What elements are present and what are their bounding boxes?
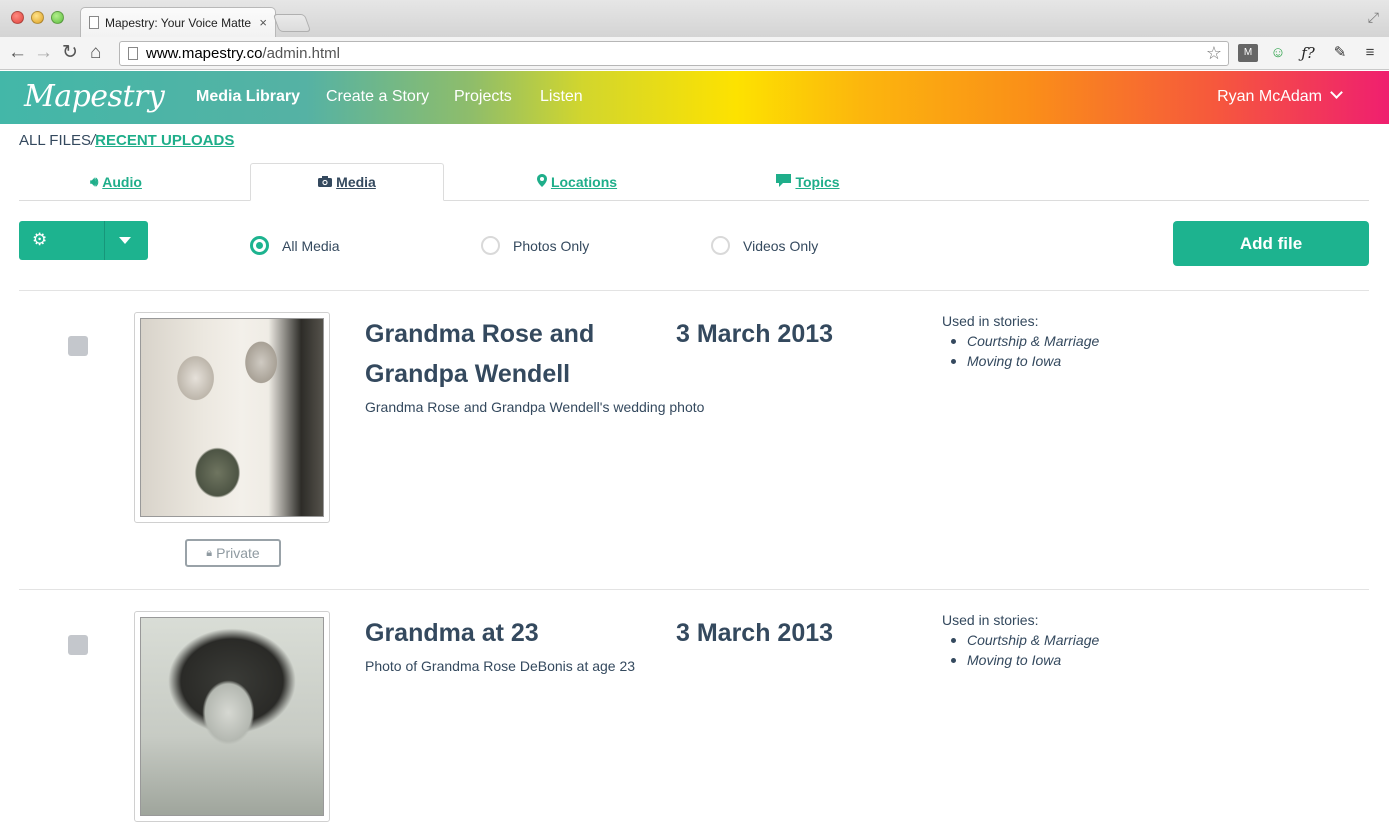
tab-audio[interactable]: 🔊︎ Audio (19, 163, 213, 201)
bookmark-star-icon[interactable]: ☆ (1206, 43, 1222, 64)
camera-icon (318, 175, 333, 190)
gear-icon: ⚙ (32, 230, 48, 249)
bulk-actions-button[interactable]: ⚙ (19, 221, 148, 260)
breadcrumb: ALL FILES/RECENT UPLOADS (19, 132, 234, 149)
browser-toolbar: ← → ↻ ⌂ www.mapestry.co/admin.html ☆ M ☺… (0, 37, 1389, 70)
map-pin-icon (536, 174, 547, 190)
back-icon[interactable]: ← (8, 41, 27, 65)
minimize-window-button[interactable] (31, 11, 44, 24)
tab-topics[interactable]: Topics (711, 163, 905, 201)
home-icon[interactable]: ⌂ (90, 41, 101, 65)
close-tab-icon[interactable]: × (259, 15, 267, 30)
lock-icon: 🔒︎ (206, 546, 213, 559)
media-date: 3 March 2013 (676, 619, 834, 647)
media-description: Grandma Rose and Grandpa Wendell's weddi… (365, 399, 705, 415)
browser-tab-title: Mapestry: Your Voice Matte (105, 15, 252, 30)
nav-create-story[interactable]: Create a Story (326, 88, 429, 106)
story-link[interactable]: Moving to Iowa (942, 351, 1099, 371)
nav-projects[interactable]: Projects (454, 88, 512, 106)
page-icon (128, 47, 138, 60)
privacy-button[interactable]: 🔒︎ Private (185, 539, 281, 567)
portrait-photo (140, 617, 324, 816)
media-title[interactable]: Grandma Rose and Grandpa Wendell (365, 314, 655, 394)
new-tab-button[interactable] (272, 14, 312, 32)
media-title[interactable]: Grandma at 23 (365, 613, 655, 653)
split-divider (104, 221, 105, 260)
media-description: Photo of Grandma Rose DeBonis at age 23 (365, 658, 636, 674)
url-text[interactable]: www.mapestry.co/admin.html (146, 45, 340, 62)
divider (19, 589, 1369, 590)
nav-listen[interactable]: Listen (540, 88, 583, 106)
used-in-label: Used in stories: (942, 612, 1039, 628)
address-bar[interactable]: www.mapestry.co/admin.html ☆ (119, 41, 1229, 66)
radio-unselected-icon (481, 236, 500, 255)
breadcrumb-recent-uploads[interactable]: RECENT UPLOADS (95, 132, 234, 149)
extension-function-icon[interactable]: ƒ? (1298, 42, 1318, 64)
extension-eyedropper-icon[interactable]: ✎ (1330, 42, 1350, 64)
speech-bubble-icon (776, 174, 792, 190)
add-file-button[interactable]: Add file (1173, 221, 1369, 266)
app-header: Mapestry Media Library Create a Story Pr… (0, 71, 1389, 124)
media-thumbnail[interactable] (134, 312, 330, 523)
story-link[interactable]: Moving to Iowa (942, 650, 1099, 670)
item-checkbox[interactable] (68, 336, 88, 356)
speaker-icon: 🔊︎ (90, 174, 99, 189)
menu-icon[interactable]: ≡ (1360, 42, 1380, 64)
tabs-divider (19, 200, 1369, 201)
used-in-label: Used in stories: (942, 313, 1039, 329)
forward-icon[interactable]: → (34, 41, 53, 65)
used-in-stories: Used in stories: Courtship & Marriage Mo… (942, 612, 1099, 670)
nav-media-library[interactable]: Media Library (196, 88, 300, 106)
story-link[interactable]: Courtship & Marriage (942, 331, 1099, 351)
item-checkbox[interactable] (68, 635, 88, 655)
zoom-window-button[interactable] (51, 11, 64, 24)
extension-m-icon[interactable]: M (1238, 44, 1258, 62)
close-window-button[interactable] (11, 11, 24, 24)
media-thumbnail[interactable] (134, 611, 330, 822)
wedding-photo (140, 318, 324, 517)
filter-all-media[interactable]: All Media (250, 236, 340, 255)
tab-locations[interactable]: Locations (480, 163, 674, 201)
mapestry-logo[interactable]: Mapestry (24, 79, 165, 114)
reload-icon[interactable]: ↻ (62, 41, 78, 65)
used-in-stories: Used in stories: Courtship & Marriage Mo… (942, 313, 1099, 371)
radio-unselected-icon (711, 236, 730, 255)
caret-down-icon[interactable] (119, 237, 131, 244)
filter-videos-only[interactable]: Videos Only (711, 236, 818, 255)
media-date: 3 March 2013 (676, 320, 834, 348)
extension-robot-icon[interactable]: ☺ (1268, 42, 1288, 64)
user-menu[interactable]: Ryan McAdam (1217, 88, 1322, 106)
filter-photos-only[interactable]: Photos Only (481, 236, 589, 255)
divider (19, 290, 1369, 291)
fullscreen-icon[interactable]: ⤢ (1368, 9, 1379, 26)
page-icon (89, 16, 99, 29)
browser-tab[interactable]: Mapestry: Your Voice Matte × (80, 7, 276, 37)
breadcrumb-all-files[interactable]: ALL FILES (19, 132, 91, 149)
tab-media[interactable]: Media (250, 163, 444, 201)
story-link[interactable]: Courtship & Marriage (942, 630, 1099, 650)
browser-tabstrip: Mapestry: Your Voice Matte × ⤢ (0, 0, 1389, 37)
radio-selected-icon (250, 236, 269, 255)
